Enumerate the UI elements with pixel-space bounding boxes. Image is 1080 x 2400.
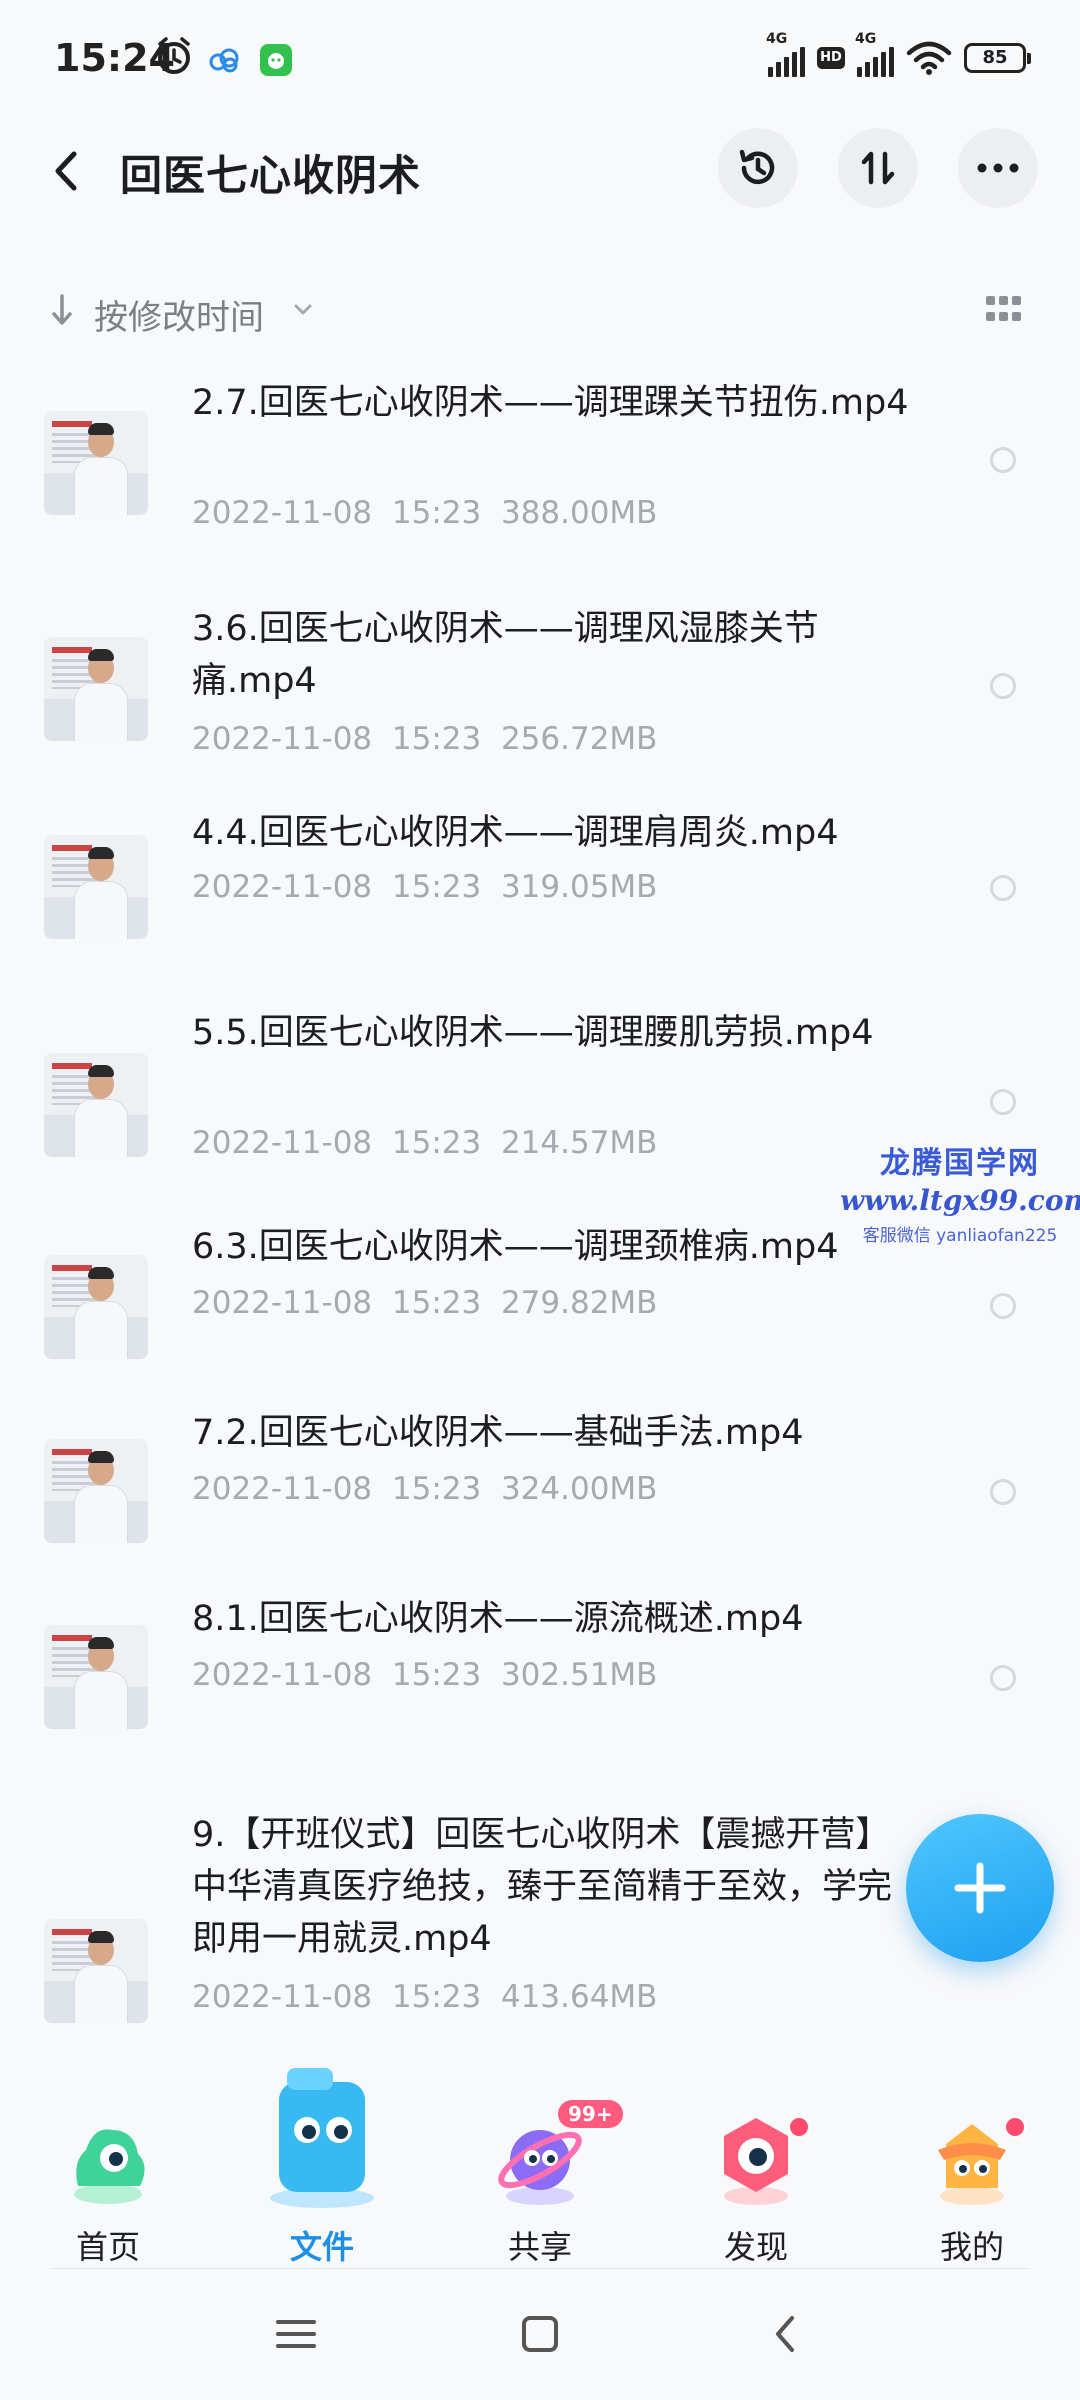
add-button[interactable] xyxy=(906,1814,1054,1962)
sort-direction-icon[interactable] xyxy=(50,292,74,328)
sort-button[interactable] xyxy=(838,128,918,208)
video-thumbnail xyxy=(44,411,148,515)
video-thumbnail xyxy=(44,637,148,741)
nav-share[interactable]: 99+ 共享 xyxy=(460,2070,623,2270)
recent-apps-icon[interactable] xyxy=(266,2304,326,2364)
chevron-down-icon[interactable] xyxy=(292,300,314,320)
file-meta: 2022-11-08 15:23 256.72MB xyxy=(192,721,658,757)
select-checkbox[interactable] xyxy=(990,1665,1016,1691)
cellular-signal-2: 4G xyxy=(855,31,894,77)
history-icon xyxy=(739,149,775,185)
video-thumbnail xyxy=(44,1919,148,2023)
file-name: 2.7.回医七心收阴术——调理踝关节扭伤.mp4 xyxy=(192,383,909,423)
plus-icon xyxy=(954,1862,1006,1914)
video-thumbnail xyxy=(44,1255,148,1359)
file-name: 7.2.回医七心收阴术——基础手法.mp4 xyxy=(192,1413,804,1453)
nav-me[interactable]: 我的 xyxy=(892,2070,1052,2270)
watermark-url: www.ltgx99.com xyxy=(840,1184,1080,1217)
divider xyxy=(50,2268,1030,2269)
nav-label: 共享 xyxy=(507,2228,572,2266)
file-name: 3.6.回医七心收阴术——调理风湿膝关节痛.mp4 xyxy=(192,609,819,701)
sort-bar: 按修改时间 xyxy=(0,278,1080,342)
status-bar: 15:24 4G HD 4G 85 xyxy=(0,0,1080,120)
nav-home[interactable]: 首页 xyxy=(28,2070,188,2270)
select-checkbox[interactable] xyxy=(990,1479,1016,1505)
file-meta: 2022-11-08 15:23 319.05MB xyxy=(192,869,658,905)
nav-label: 发现 xyxy=(723,2228,788,2266)
battery-indicator: 85 xyxy=(964,43,1031,73)
select-checkbox[interactable] xyxy=(990,447,1016,473)
back-arrow-icon[interactable] xyxy=(44,146,94,196)
home-icon xyxy=(74,2129,145,2204)
select-checkbox[interactable] xyxy=(990,1089,1016,1115)
nav-label: 首页 xyxy=(75,2228,140,2266)
app-notification-icon xyxy=(260,44,292,76)
bottom-navigation: 首页 文件 99+ 共享 发现 我的 xyxy=(0,2068,1080,2270)
nav-label: 我的 xyxy=(939,2228,1004,2266)
back-system-icon[interactable] xyxy=(756,2304,816,2364)
nav-files[interactable]: 文件 xyxy=(242,2068,402,2270)
hd-badge: HD xyxy=(817,47,845,69)
file-meta: 2022-11-08 15:23 214.57MB xyxy=(192,1125,658,1161)
top-app-bar: 回医七心收阴术 xyxy=(0,120,1080,220)
select-checkbox[interactable] xyxy=(990,1293,1016,1319)
select-checkbox[interactable] xyxy=(990,875,1016,901)
system-navigation-bar xyxy=(0,2280,1080,2400)
more-icon xyxy=(977,163,1019,173)
notification-dot xyxy=(788,2116,810,2138)
page-title: 回医七心收阴术 xyxy=(120,151,422,200)
file-meta: 2022-11-08 15:23 279.82MB xyxy=(192,1285,658,1321)
nav-label: 文件 xyxy=(289,2228,354,2266)
file-meta: 2022-11-08 15:23 388.00MB xyxy=(192,495,658,531)
file-name: 4.4.回医七心收阴术——调理肩周炎.mp4 xyxy=(192,813,839,853)
sort-by-modified-time[interactable]: 按修改时间 xyxy=(94,290,264,339)
watermark: 龙腾国学网 www.ltgx99.com 客服微信 yanliaofan225 xyxy=(840,1138,1080,1246)
cloud-app-icon xyxy=(209,48,239,73)
wifi-icon xyxy=(906,41,952,75)
video-thumbnail xyxy=(44,835,148,939)
watermark-title: 龙腾国学网 xyxy=(880,1146,1040,1181)
grid-view-icon[interactable] xyxy=(986,296,1021,324)
file-name: 5.5.回医七心收阴术——调理腰肌劳损.mp4 xyxy=(192,1013,874,1053)
notification-dot xyxy=(1004,2116,1026,2138)
file-name: 8.1.回医七心收阴术——源流概述.mp4 xyxy=(192,1599,804,1639)
file-meta: 2022-11-08 15:23 324.00MB xyxy=(192,1471,658,1507)
cellular-signal-1: 4G xyxy=(766,31,805,77)
video-thumbnail xyxy=(44,1625,148,1729)
video-thumbnail xyxy=(44,1439,148,1543)
file-name: 6.3.回医七心收阴术——调理颈椎病.mp4 xyxy=(192,1227,839,1267)
file-meta: 2022-11-08 15:23 413.64MB xyxy=(192,1979,658,2015)
share-badge: 99+ xyxy=(558,2100,623,2128)
sort-icon xyxy=(861,151,895,185)
more-button[interactable] xyxy=(958,128,1038,208)
files-icon xyxy=(270,2068,374,2208)
nav-discover[interactable]: 发现 xyxy=(676,2070,836,2270)
home-system-icon[interactable] xyxy=(510,2304,570,2364)
file-meta: 2022-11-08 15:23 302.51MB xyxy=(192,1657,658,1693)
watermark-wechat: 客服微信 yanliaofan225 xyxy=(862,1226,1058,1246)
history-button[interactable] xyxy=(718,128,798,208)
select-checkbox[interactable] xyxy=(990,673,1016,699)
video-thumbnail xyxy=(44,1053,148,1157)
file-name: 9.【开班仪式】回医七心收阴术【震撼开营】中华清真医疗绝技，臻于至简精于至效，学… xyxy=(192,1815,893,1959)
alarm-icon xyxy=(158,37,190,74)
